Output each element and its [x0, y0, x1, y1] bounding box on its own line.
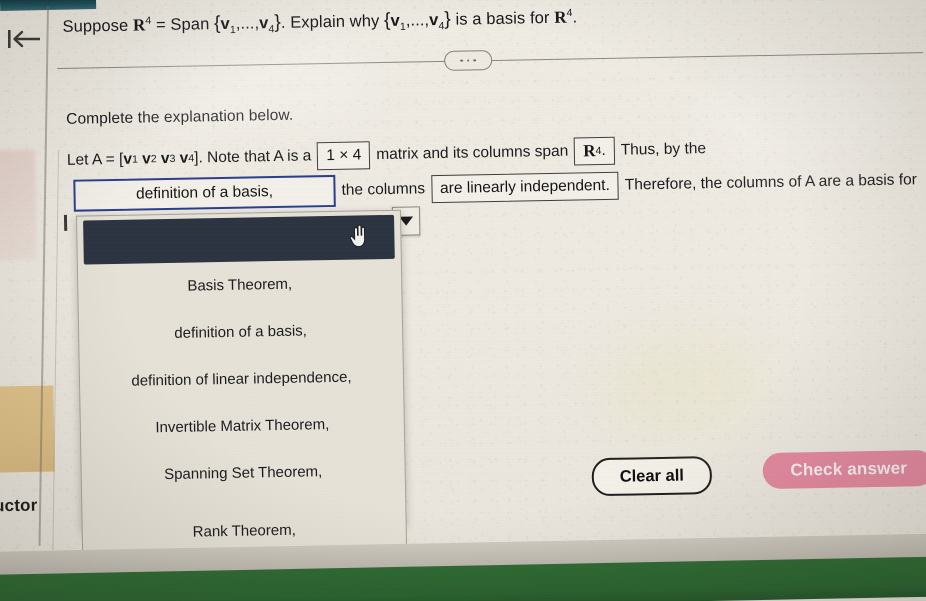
question-prefix: Suppose — [62, 16, 129, 36]
set-b-close-brace: } — [444, 8, 452, 30]
answer-box-span[interactable]: R4. — [574, 136, 616, 166]
statement-v3: v — [160, 149, 170, 168]
dropdown-item-selected[interactable] — [83, 214, 395, 265]
statement-part-1: Let A = [ — [66, 150, 124, 169]
question-r4-a: R — [132, 15, 146, 35]
exercise-content: Suppose R4 = Span {v1,...,v4}. Explain w… — [56, 0, 926, 555]
check-answer-button[interactable]: Check answer — [762, 449, 926, 490]
pointing-hand-cursor — [349, 224, 366, 248]
overflow-menu-button[interactable] — [443, 50, 493, 71]
answer-span-r: R — [583, 141, 596, 161]
dropdown-item-label: Invertible Matrix Theorem, — [155, 416, 330, 437]
dropdown-item-basis-theorem[interactable]: Basis Theorem, — [78, 259, 402, 312]
statement-v4: v — [179, 149, 189, 167]
question-exp-a: 4 — [145, 14, 152, 27]
back-to-start-icon[interactable] — [4, 22, 44, 56]
set-a-ellipsis: ,..., — [235, 14, 260, 33]
dropdown-item-label: Spanning Set Theorem, — [163, 463, 323, 484]
answer-box-matrix-size[interactable]: 1 × 4 — [317, 141, 371, 171]
reflection-patch — [0, 149, 37, 261]
question-prompt: Suppose R4 = Span {v1,...,v4}. Explain w… — [62, 6, 577, 39]
dropdown-item-label: Basis Theorem, — [187, 275, 293, 295]
text-caret — [63, 214, 68, 231]
dot-3 — [473, 59, 476, 62]
dropdown-item-definition-of-a-basis[interactable]: definition of a basis, — [79, 306, 403, 359]
dropdown-item-label: Rank Theorem, — [192, 521, 296, 541]
answer-box-reason[interactable]: definition of a basis, — [73, 174, 336, 212]
dropdown-item-invertible-matrix-theorem[interactable]: Invertible Matrix Theorem, — [80, 400, 404, 453]
dropdown-item-definition-of-linear-independence[interactable]: definition of linear independence, — [80, 353, 404, 406]
statement-part-4: Thus, by the — [620, 140, 707, 159]
statement-v2-sub: 2 — [150, 153, 157, 166]
statement-line2-part-2: Therefore, the columns of A are a basis … — [624, 171, 918, 194]
question-period: . — [572, 8, 578, 27]
question-suffix: is a basis for — [455, 8, 550, 29]
instructions-text: Complete the explanation below. — [66, 106, 294, 128]
question-middle: . Explain why — [280, 12, 380, 32]
screenshot-root: uctor Suppose R4 = Span {v1,...,v4}. Exp… — [0, 0, 926, 601]
dropdown-item-label: definition of a basis, — [174, 322, 308, 342]
dropdown-item-label: definition of linear independence, — [131, 368, 352, 390]
set-b-v2: v — [428, 10, 439, 30]
answer-span-period: . — [601, 141, 606, 160]
set-b-ellipsis: ,..., — [405, 11, 430, 30]
question-eq-span: = Span — [155, 15, 210, 35]
statement-part-3: matrix and its columns span — [376, 142, 569, 164]
tan-color-patch — [0, 385, 55, 473]
dropdown-item-spanning-set-theorem[interactable]: Spanning Set Theorem, — [81, 447, 405, 500]
dot-1 — [460, 59, 463, 62]
statement-v2: v — [142, 150, 151, 168]
statement-v1-sub: 1 — [131, 153, 138, 166]
cut-off-instructor-label: uctor — [0, 495, 38, 516]
statement-v1: v — [123, 150, 133, 168]
statement-v3-sub: 3 — [169, 152, 176, 165]
answer-box-property[interactable]: are linearly independent. — [430, 171, 620, 204]
dropdown-menu[interactable]: Basis Theorem, definition of a basis, de… — [75, 209, 407, 531]
question-r4-b: R — [554, 7, 567, 27]
set-a-v2: v — [259, 14, 269, 33]
statement-part-2: ]. Note that A is a — [194, 147, 312, 167]
clear-all-button[interactable]: Clear all — [591, 456, 713, 497]
statement-line2-part-1: the columns — [341, 180, 426, 199]
dot-2 — [466, 59, 470, 62]
